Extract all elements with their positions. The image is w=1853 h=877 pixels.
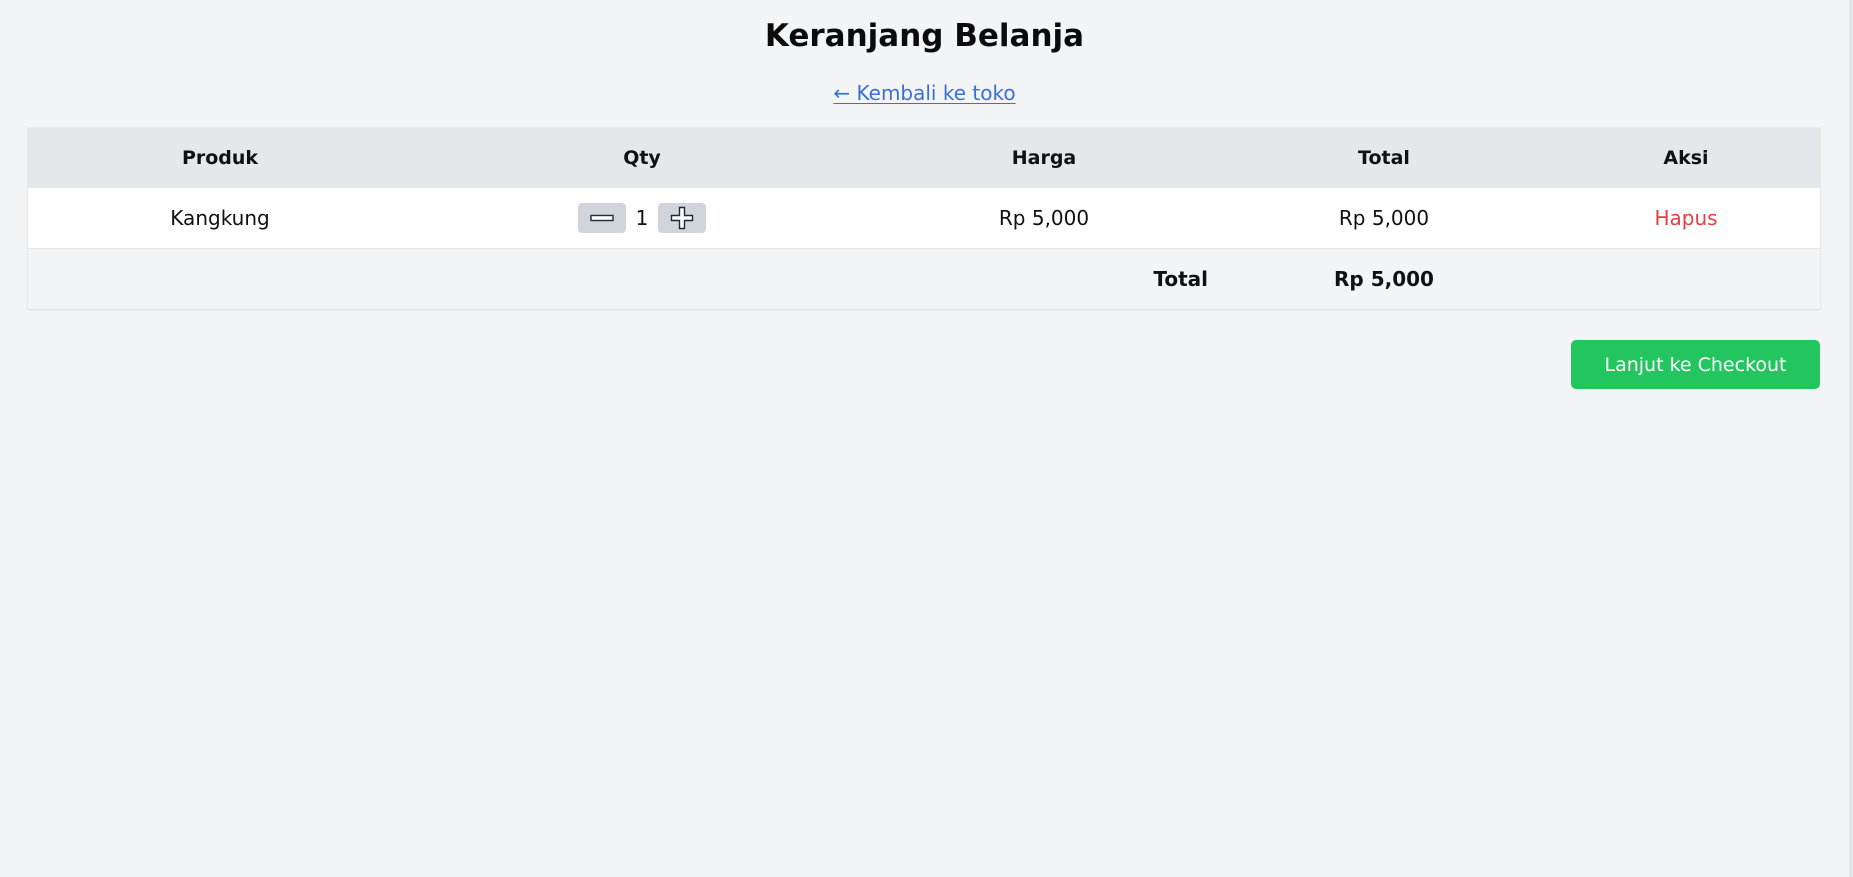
total-row-empty-cell bbox=[1552, 249, 1820, 310]
product-name: Kangkung bbox=[170, 206, 270, 230]
delete-item-button[interactable]: Hapus bbox=[1654, 206, 1717, 230]
grand-total-value: Rp 5,000 bbox=[1334, 267, 1434, 291]
increase-qty-button[interactable] bbox=[658, 203, 707, 233]
product-total: Rp 5,000 bbox=[1338, 206, 1430, 230]
product-price: Rp 5,000 bbox=[998, 206, 1090, 230]
column-header-qty: Qty bbox=[623, 147, 661, 169]
column-header-harga: Harga bbox=[1011, 147, 1077, 169]
total-row: Total Rp 5,000 bbox=[28, 248, 1820, 310]
checkout-button[interactable]: Lanjut ke Checkout bbox=[1571, 340, 1820, 389]
back-to-store-link[interactable]: ← Kembali ke toko bbox=[833, 81, 1015, 105]
column-header-aksi: Aksi bbox=[1663, 147, 1709, 169]
action-cell: Hapus bbox=[1552, 188, 1820, 249]
table-row: Kangkung 1 Rp 5,000 Rp 5,000 Hapus bbox=[28, 188, 1820, 249]
qty-value: 1 bbox=[635, 206, 649, 230]
page-title: Keranjang Belanja bbox=[764, 18, 1085, 54]
window-edge bbox=[1849, 0, 1853, 877]
column-header-total: Total bbox=[1358, 147, 1410, 169]
back-link-container: ← Kembali ke toko bbox=[0, 79, 1849, 107]
decrease-qty-button[interactable] bbox=[577, 203, 626, 233]
column-header-produk: Produk bbox=[181, 147, 259, 169]
cart-table: Produk Qty Harga Total Aksi Kangkung 1 R… bbox=[28, 128, 1820, 309]
plus-icon bbox=[671, 206, 694, 230]
cart-page: Keranjang Belanja ← Kembali ke toko Prod… bbox=[0, 0, 1853, 877]
table-header-row: Produk Qty Harga Total Aksi bbox=[28, 128, 1820, 188]
grand-total-label: Total bbox=[1153, 267, 1208, 291]
qty-cell: 1 bbox=[412, 188, 872, 249]
minus-icon bbox=[589, 214, 614, 222]
quantity-stepper: 1 bbox=[577, 203, 707, 233]
